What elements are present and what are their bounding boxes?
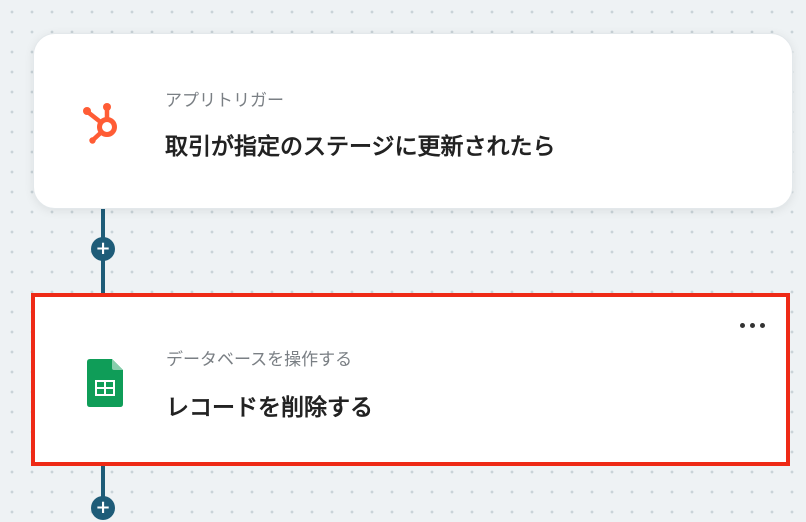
more-dot [759, 322, 765, 328]
trigger-step-card[interactable]: アプリトリガー 取引が指定のステージに更新されたら [33, 33, 793, 209]
trigger-title: 取引が指定のステージに更新されたら [165, 134, 556, 160]
action-type-label: データベースを操作する [166, 350, 353, 370]
add-step-button[interactable]: + [91, 237, 115, 261]
hubspot-icon [82, 99, 126, 147]
action-title: レコードを削除する [166, 395, 373, 421]
add-step-button[interactable]: + [91, 496, 115, 520]
trigger-type-label: アプリトリガー [165, 91, 284, 111]
more-dot [739, 322, 745, 328]
google-sheets-icon [87, 359, 123, 407]
action-step-card[interactable]: データベースを操作する レコードを削除する [31, 293, 790, 466]
more-options-icon[interactable] [734, 313, 770, 337]
more-dot [749, 322, 755, 328]
